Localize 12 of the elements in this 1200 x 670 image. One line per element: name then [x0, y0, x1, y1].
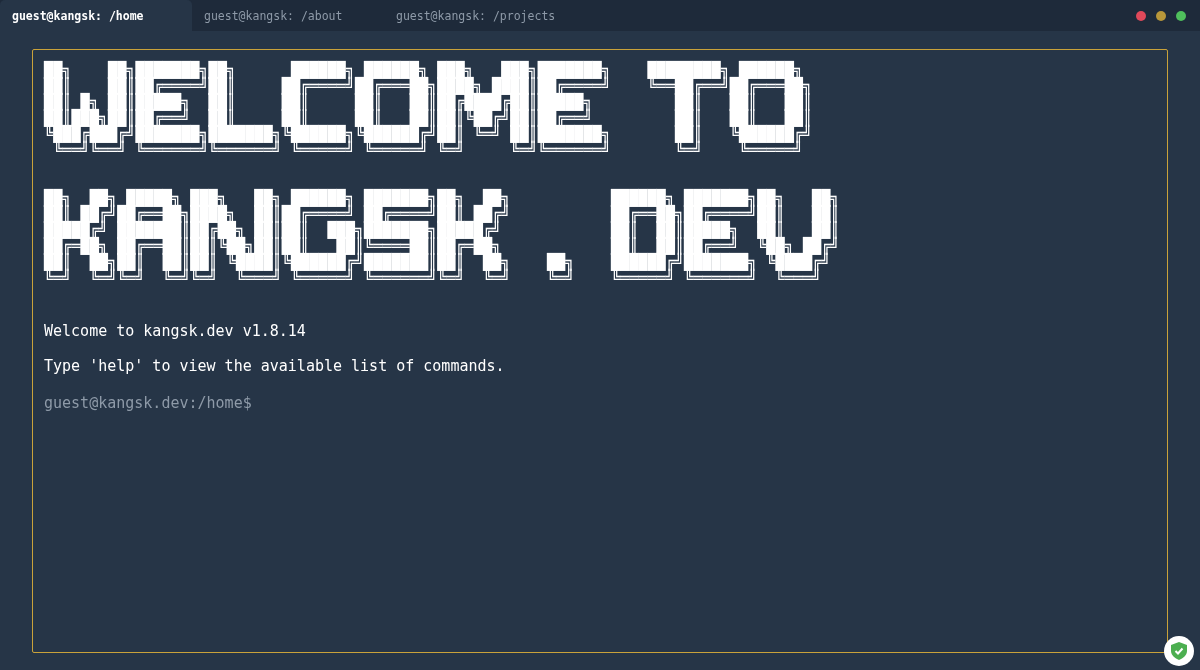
terminal-tab[interactable]: guest@kangsk: /home: [0, 0, 192, 31]
window-control-dot[interactable]: [1176, 10, 1186, 21]
shield-check-icon[interactable]: [1164, 636, 1194, 666]
terminal-output-line: Welcome to kangsk.dev v1.8.14: [44, 322, 307, 340]
terminal-tab[interactable]: guest@kangsk: /projects: [384, 0, 576, 31]
ascii-art-title: ██╗ ██╗ █████╗ ███╗ ██╗ ██████╗ ███████╗██╗ ██╗ ██████╗ ███████╗██╗ ██╗ ██║ ██╔╝██╔══██╗████╗ ██║██╔════╝ ██╔════╝██║ ██╔╝ ██╔══██╗██╔════╝██║ ██║ █████╔╝ ███████║██╔██╗ ██║██║ ███╗███████╗█████╔╝ ██║ ██║█████╗ ██║ ██║ ██╔═██╗ ██╔══██║██║╚██╗██║██║ ██║╚════██║██╔═██╗ ██║ ██║██╔══╝ ╚██╗ ██╔╝ ██║ ██╗██║ ██║██║ ╚████║╚██████╔╝███████║██║ ██╗ ██╗ ██████╔╝███████╗ ╚████╔╝ ╚═╝ ╚═╝╚═╝ ╚═╝╚═╝ ╚═══╝ ╚═════╝ ╚══════╝╚═╝ ╚═╝ ╚═╝ ╚═════╝ ╚══════╝ ╚═══╝: [44, 190, 840, 286]
ascii-art-title: ██╗ ██╗███████╗██╗ ██████╗ ██████╗ ███╗ ███╗███████╗ ████████╗ ██████╗ ██║ ██║██╔════╝██║ ██╔════╝██╔═══██╗████╗ ████║██╔════╝ ╚══██╔══╝██╔═══██╗ ██║ █╗ ██║█████╗ ██║ ██║ ██║ ██║██╔████╔██║█████╗ ██║ ██║ ██║ ██║███╗██║██╔══╝ ██║ ██║ ██║ ██║██║╚██╔╝██║██╔══╝ ██║ ██║ ██║ ╚███╔███╔╝███████╗███████╗╚██████╗╚██████╔╝██║ ╚═╝ ██║███████╗ ██║ ╚██████╔╝ ╚══╝╚══╝ ╚══════╝╚══════╝ ╚═════╝ ╚═════╝ ╚═╝ ╚═╝╚══════╝ ╚═╝ ╚═════╝: [44, 62, 813, 158]
terminal-tab[interactable]: guest@kangsk: /about: [192, 0, 384, 31]
terminal-prompt: guest@kangsk.dev:/home$: [44, 394, 253, 412]
window-control-dot[interactable]: [1136, 10, 1146, 21]
window-control-dot[interactable]: [1156, 10, 1166, 21]
terminal-output-line: Type 'help' to view the available list of commands.: [44, 357, 506, 375]
